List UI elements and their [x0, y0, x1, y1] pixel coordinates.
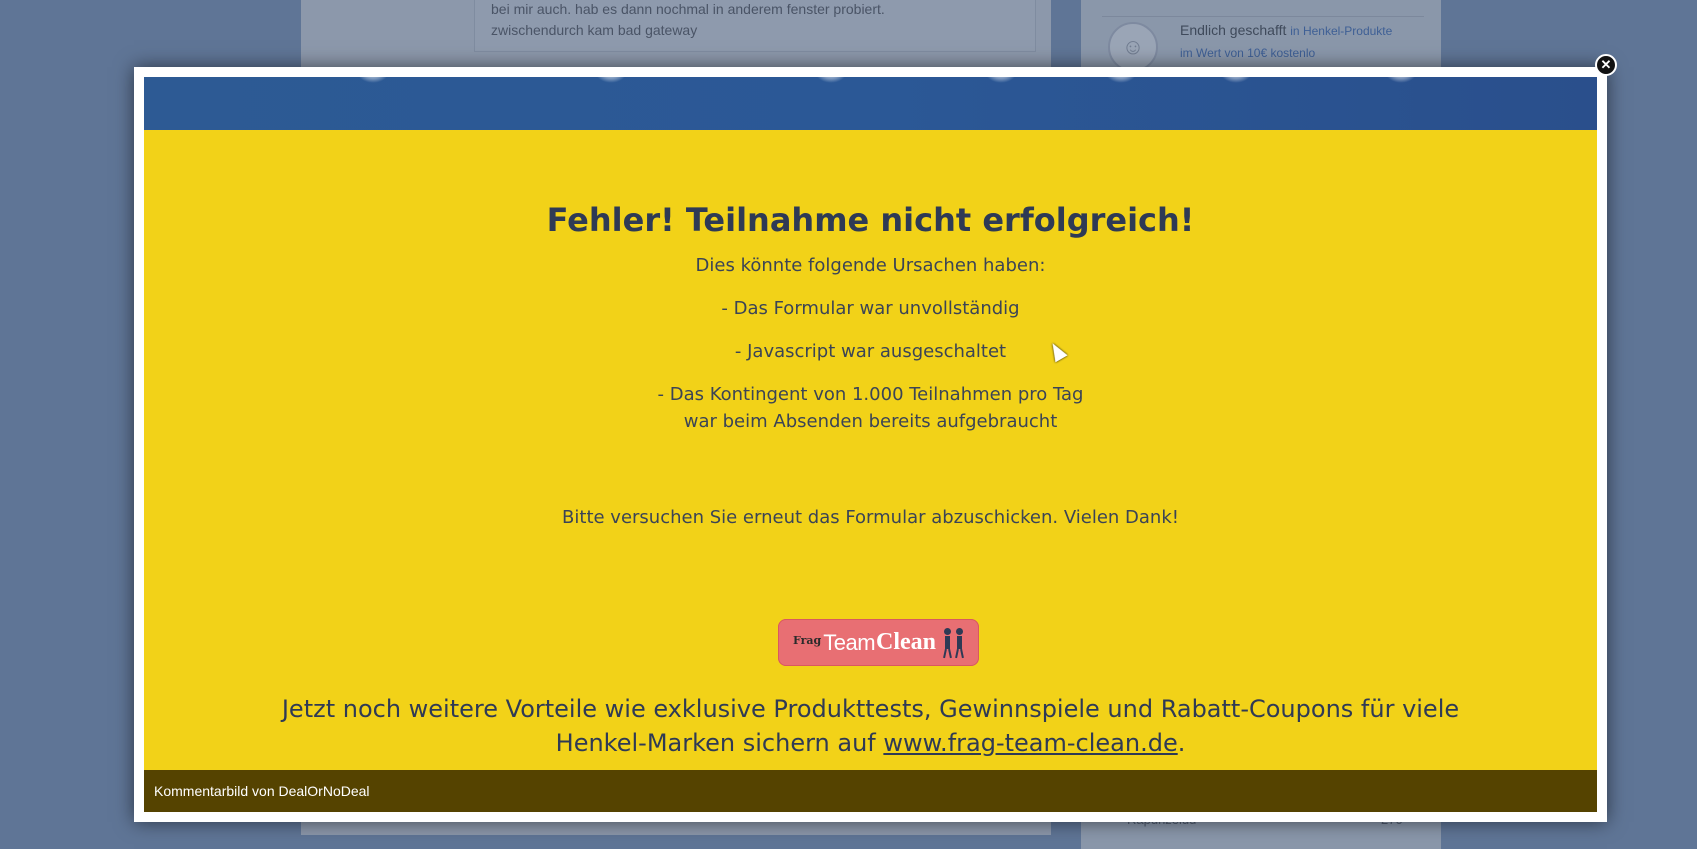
promo-prefix: Henkel-Marken sichern auf: [555, 729, 884, 757]
logo-team-text: Team: [823, 629, 876, 655]
sparkle-decoration: [1219, 77, 1253, 83]
avatar: ☺: [1108, 22, 1158, 72]
error-panel: Fehler! Teilnahme nicht erfolgreich! Die…: [144, 130, 1597, 812]
promo-text: Jetzt noch weitere Vorteile wie exklusiv…: [144, 692, 1597, 760]
sparkle-decoration: [356, 77, 390, 83]
image-caption: Kommentarbild von DealOrNoDeal: [144, 770, 1597, 812]
sparkle-decoration: [1384, 77, 1418, 83]
retry-message: Bitte versuchen Sie erneut das Formular …: [562, 507, 1179, 528]
lightbox-image: Fehler! Teilnahme nicht erfolgreich! Die…: [144, 77, 1597, 812]
promo-line: Henkel-Marken sichern auf www.frag-team-…: [144, 726, 1597, 760]
background-comment: bei mir auch. hab es dann nochmal in and…: [474, 0, 1036, 52]
sparkle-decoration: [984, 77, 1018, 83]
error-reason: war beim Absenden bereits aufgebraucht: [683, 411, 1058, 432]
sparkle-decoration: [814, 77, 848, 83]
background-sidebar-subtitle: im Wert von 10€ kostenlo: [1180, 46, 1316, 60]
banner-strip: [144, 77, 1597, 130]
background-comment-line: zwischendurch kam bad gateway: [491, 22, 698, 38]
error-reason: - Das Kontingent von 1.000 Teilnahmen pr…: [657, 384, 1084, 405]
close-icon[interactable]: ✕: [1595, 54, 1617, 76]
sparkle-decoration: [1104, 77, 1138, 83]
background-sidebar-title: Endlich geschafft in Henkel-Produkte: [1180, 22, 1392, 38]
frag-team-clean-logo: Frag Team Clean: [778, 619, 979, 666]
people-icon: [942, 627, 964, 658]
promo-link[interactable]: www.frag-team-clean.de: [883, 729, 1177, 757]
sparkle-decoration: [594, 77, 628, 83]
error-reason: - Das Formular war unvollständig: [721, 298, 1020, 319]
error-intro: Dies könnte folgende Ursachen haben:: [695, 255, 1046, 276]
error-title: Fehler! Teilnahme nicht erfolgreich!: [546, 201, 1195, 239]
logo-frag-text: Frag: [792, 634, 822, 647]
background-sidebar-category: in Henkel-Produkte: [1290, 24, 1393, 38]
promo-line: Jetzt noch weitere Vorteile wie exklusiv…: [281, 695, 1460, 723]
logo-clean-text: Clean: [876, 629, 937, 655]
promo-suffix: .: [1177, 729, 1186, 757]
error-reason: - Javascript war ausgeschaltet: [734, 341, 1007, 362]
background-sidebar-title-text: Endlich geschafft: [1180, 22, 1287, 38]
background-comment-line: bei mir auch. hab es dann nochmal in and…: [491, 1, 885, 17]
